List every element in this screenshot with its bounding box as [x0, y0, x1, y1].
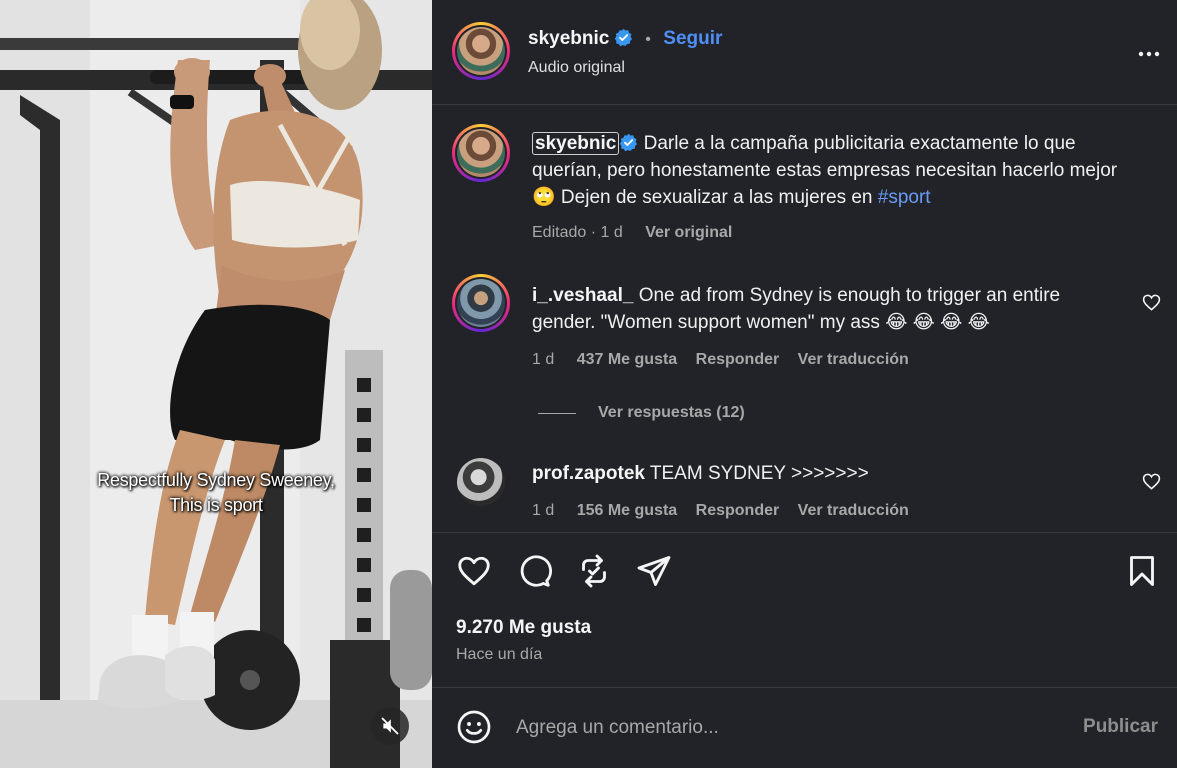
comment-input[interactable]	[516, 712, 1036, 744]
header-divider	[432, 104, 1177, 105]
comment-like-heart-icon[interactable]	[1142, 293, 1161, 312]
verified-badge-icon	[620, 133, 638, 152]
heart-icon[interactable]	[456, 553, 492, 589]
commenter-avatar[interactable]	[457, 458, 505, 506]
publish-button[interactable]: Publicar	[1083, 716, 1158, 738]
commenter-avatar[interactable]	[452, 274, 510, 332]
audio-label[interactable]: Audio original	[528, 59, 625, 77]
comment-message: TEAM SYDNEY >>>>>>>	[649, 463, 869, 484]
more-options-icon[interactable]	[1137, 44, 1161, 64]
video-caption: Respectfully Sydney Sweeney, This is spo…	[0, 468, 432, 518]
mute-button[interactable]	[371, 707, 409, 745]
comment-text: prof.zapotek TEAM SYDNEY >>>>>>>	[532, 460, 1112, 487]
comment-icon[interactable]	[516, 553, 552, 589]
caption-line-2: This is sport	[169, 495, 263, 515]
comment-like-heart-icon[interactable]	[1142, 472, 1161, 491]
caption-text: skyebnic Darle a la campaña publicitaria…	[532, 130, 1132, 211]
commenter-username[interactable]: i_.veshaal_	[532, 285, 633, 306]
commenter-username[interactable]: prof.zapotek	[532, 463, 645, 484]
emoji-icon[interactable]	[456, 709, 492, 745]
verified-badge-icon	[614, 28, 632, 47]
edited-label: Editado · 1 d	[532, 224, 623, 241]
comments-divider	[432, 532, 1177, 533]
caption-username[interactable]: skyebnic	[532, 132, 620, 155]
translate-button[interactable]: Ver traducción	[798, 502, 909, 519]
reply-button[interactable]: Responder	[696, 502, 780, 519]
comment-likes[interactable]: 437 Me gusta	[577, 351, 677, 368]
separator-dot: •	[645, 31, 651, 48]
view-replies-label: Ver respuestas (12)	[598, 404, 745, 421]
translate-button[interactable]: Ver traducción	[798, 351, 909, 368]
replies-line	[538, 412, 576, 414]
video-frame-image	[0, 0, 432, 768]
view-original-button[interactable]: Ver original	[645, 224, 732, 241]
comment-likes[interactable]: 156 Me gusta	[577, 502, 677, 519]
comment-meta: 1 d 156 Me gusta Responder Ver traducció…	[532, 502, 909, 520]
likes-count[interactable]: 9.270 Me gusta	[456, 617, 591, 639]
caption-meta: Editado · 1 d Ver original	[532, 224, 732, 242]
post-time[interactable]: Hace un día	[456, 646, 542, 664]
author-avatar[interactable]	[452, 22, 510, 80]
post-actions-bar	[456, 553, 1156, 591]
post-header: skyebnic • Seguir Audio original	[432, 0, 1177, 105]
post-side-panel: skyebnic • Seguir Audio original skyebni…	[432, 0, 1177, 768]
comment-meta: 1 d 437 Me gusta Responder Ver traducció…	[532, 351, 909, 369]
follow-button[interactable]: Seguir	[663, 28, 722, 49]
repost-icon[interactable]	[576, 553, 612, 589]
comment-age: 1 d	[532, 502, 555, 519]
author-username[interactable]: skyebnic	[528, 28, 609, 49]
comment-text: i_.veshaal_ One ad from Sydney is enough…	[532, 282, 1112, 336]
share-icon[interactable]	[636, 553, 672, 589]
reel-video[interactable]: Respectfully Sydney Sweeney, This is spo…	[0, 0, 432, 768]
add-comment-bar: Publicar	[432, 688, 1177, 768]
speaker-muted-icon	[381, 717, 399, 735]
reply-button[interactable]: Responder	[696, 351, 780, 368]
caption-author-avatar[interactable]	[452, 124, 510, 182]
caption-line-1: Respectfully Sydney Sweeney,	[97, 470, 335, 490]
comment-age: 1 d	[532, 351, 555, 368]
author-line: skyebnic • Seguir	[528, 28, 722, 50]
bookmark-icon[interactable]	[1124, 553, 1160, 589]
view-replies-button[interactable]: Ver respuestas (12)	[538, 404, 745, 422]
hashtag-link[interactable]: #sport	[878, 187, 931, 208]
